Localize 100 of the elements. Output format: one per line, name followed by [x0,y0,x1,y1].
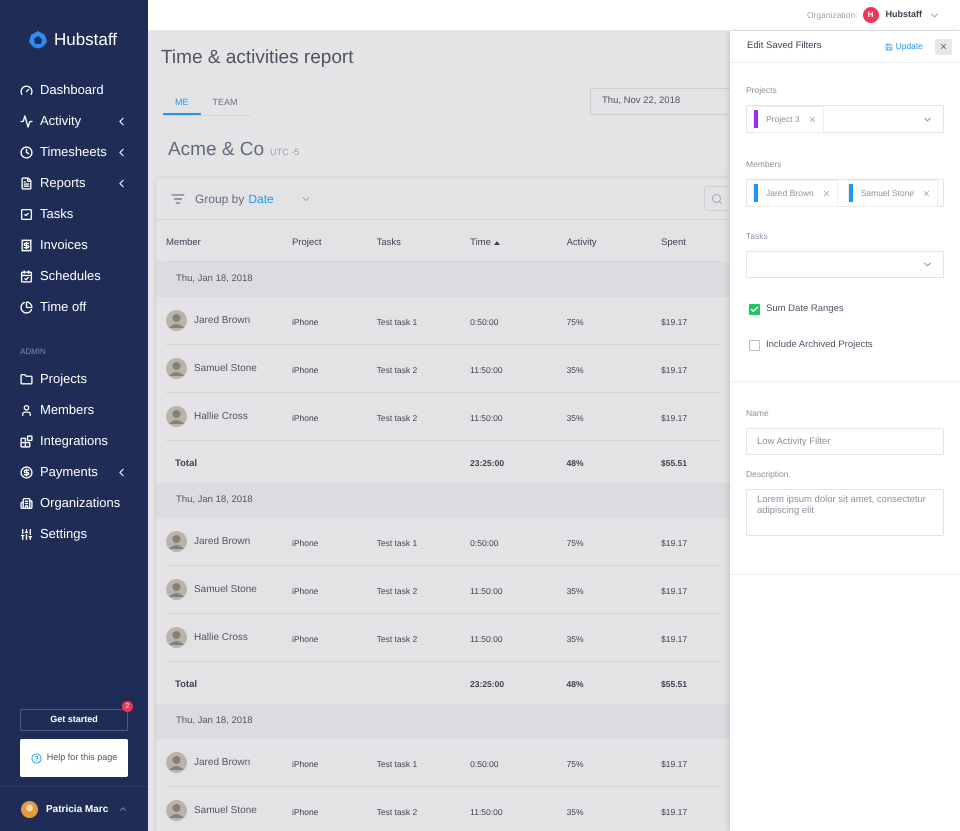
table-cell: Test task 1 [376,758,418,768]
avatar [166,531,187,552]
avatar [166,752,187,773]
tag: Project 3 [753,106,824,132]
save-icon [884,42,893,50]
member-name: Hallie Cross [194,410,248,424]
field-label: Tasks [746,231,768,241]
sidebar-item[interactable]: Reports [0,168,148,198]
table-cell: 11:50:00 [470,634,503,644]
total-cell: 48% [566,458,584,468]
sidebar-item[interactable]: Settings [0,518,148,550]
search-icon [711,192,723,204]
checkbox[interactable] [749,340,760,351]
table-cell: $19.17 [661,634,688,644]
table-cell: iPhone [292,806,318,816]
table-cell: 0:50:00 [470,538,498,548]
group-by-label: Group by [195,190,244,208]
table-cell: 0:50:00 [470,316,498,326]
sidebar-item[interactable]: Organizations [0,488,148,518]
table-cell: Test task 2 [376,364,418,374]
sidebar-item[interactable]: Members [0,394,148,426]
table-cell: iPhone [292,758,318,768]
table-cell: 35% [566,364,584,374]
table-cell: 75% [566,758,584,768]
sidebar-item[interactable]: Schedules [0,260,148,292]
table-cell: $19.17 [661,316,688,326]
checkbox[interactable] [749,304,760,315]
table-cell: Test task 1 [376,316,418,326]
panel-title: Edit Saved Filters [747,39,822,54]
table-cell: $19.17 [661,538,688,548]
column-header[interactable]: Tasks [376,236,401,250]
table-cell: Test task 2 [376,412,418,422]
logo-text: Hubstaff [54,29,118,51]
avatar [166,358,187,379]
document-icon [20,176,33,190]
section-label: ADMIN [20,346,46,356]
help-icon [30,752,42,764]
avatar [166,800,187,821]
sliders-icon [20,528,33,540]
dashboard-icon [20,84,33,96]
logo-icon [28,30,48,50]
remove-icon[interactable] [922,188,932,198]
sidebar-item[interactable]: Time off [0,292,148,322]
table-cell: 0:50:00 [470,758,498,768]
table-cell: 11:50:00 [470,412,503,422]
total-cell: $55.51 [661,458,688,468]
table-cell: $19.17 [661,412,688,422]
remove-icon[interactable] [808,114,817,124]
table-cell: iPhone [292,538,318,548]
pie-chart-icon [20,300,33,314]
clock-icon [20,146,33,158]
table-cell: 35% [566,586,584,596]
tab[interactable]: TEAM [200,92,250,114]
organization-avatar: H [862,7,878,23]
sidebar-item[interactable]: Activity [0,106,148,136]
sidebar-item[interactable]: Timesheets [0,136,148,168]
table-cell: 75% [566,538,584,548]
table-cell: 11:50:00 [470,806,503,816]
field-label: Description [746,468,789,478]
sidebar-item[interactable]: Projects [0,364,148,394]
column-header[interactable]: Member [166,236,201,250]
table-cell: iPhone [292,364,318,374]
remove-icon[interactable] [822,188,831,198]
tag: Samuel Stone [848,180,938,206]
page-title: Time & activities report [161,46,355,70]
help-button[interactable]: Help for this page [20,739,128,777]
total-cell: $55.51 [661,679,688,689]
sidebar-item[interactable]: Tasks [0,198,148,230]
table-cell: Test task 2 [376,634,418,644]
get-started-button[interactable]: Get started [20,709,128,731]
sidebar-item[interactable]: Integrations [0,426,148,456]
column-header[interactable]: Time [470,236,500,250]
member-name: Samuel Stone [194,583,257,597]
avatar [166,579,187,600]
blocks-icon [20,434,33,448]
close-icon [939,42,948,51]
table-cell: 35% [566,634,584,644]
column-header[interactable]: Project [292,236,322,250]
date-picker[interactable]: Thu, Nov 22, 2018 [590,88,730,114]
user-icon [20,404,33,416]
checkbox-label: Include Archived Projects [766,338,873,352]
column-header[interactable]: Spent [661,236,686,250]
column-header[interactable]: Activity [566,236,597,250]
avatar [166,310,187,331]
sidebar-item[interactable]: Invoices [0,230,148,260]
sidebar-item[interactable]: Dashboard [0,74,148,106]
organization-name[interactable]: Hubstaff [886,8,922,22]
field-label: Name [746,408,769,418]
close-button[interactable] [935,38,952,54]
receipt-icon [20,238,33,252]
table-cell: $19.17 [661,586,688,596]
table-cell: 35% [566,806,584,816]
sidebar-item[interactable]: Payments [0,456,148,488]
field-label: Projects [746,85,777,95]
member-name: Samuel Stone [194,804,257,818]
avatar [166,627,187,648]
company-name: Acme & Co [168,138,264,162]
table-cell: 75% [566,316,584,326]
calendar-icon [20,270,33,282]
table-cell: iPhone [292,586,318,596]
